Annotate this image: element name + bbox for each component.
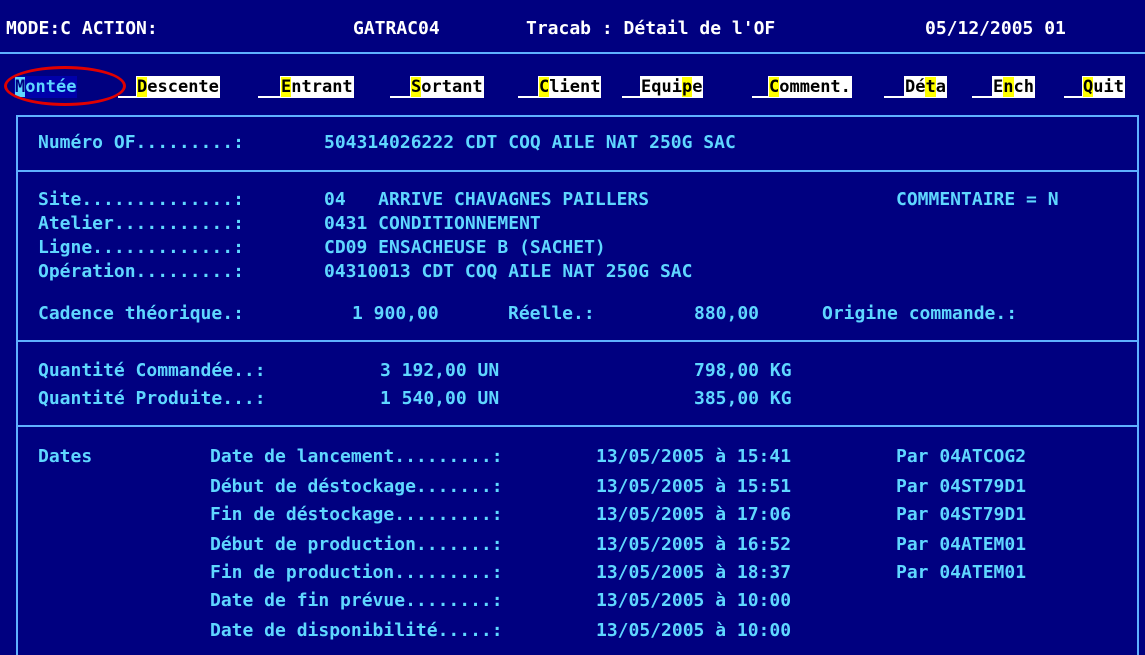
menu-hotkey: p <box>681 77 693 97</box>
date-row-user: Par 04ATCOG2 <box>896 446 1027 467</box>
menu-label: omment. <box>779 77 851 97</box>
menu-label: escente <box>147 77 219 97</box>
cadence-label: Cadence théorique.: <box>38 303 244 324</box>
ligne-value: CD09 ENSACHEUSE B (SACHET) <box>324 237 606 258</box>
section-divider <box>16 340 1139 342</box>
menu-sortant[interactable]: Sortant <box>410 76 484 98</box>
of-number-label: Numéro OF.........: <box>38 132 244 153</box>
date-row-value: 13/05/2005 à 15:51 <box>596 476 792 497</box>
date-row-value: 13/05/2005 à 10:00 <box>596 590 792 611</box>
screen-title: Tracab : Détail de l'OF <box>526 18 776 39</box>
menu-label-prefix: Equi <box>641 77 682 97</box>
header-date: 05/12/2005 01 <box>925 18 1066 39</box>
date-row-value: 13/05/2005 à 18:37 <box>596 562 792 583</box>
function-menu-bar: Montée Descente Entrant Sortant Client E… <box>0 72 1145 102</box>
menu-hotkey: C <box>539 77 550 97</box>
menu-underline <box>884 96 904 98</box>
menu-label: ortant <box>421 77 483 97</box>
program-name: GATRAC04 <box>353 18 440 39</box>
menu-underline <box>622 96 640 98</box>
qte-commandee-label: Quantité Commandée..: <box>38 360 266 381</box>
annotation-circle <box>4 66 126 106</box>
dates-label: Dates <box>38 446 93 467</box>
section-divider <box>16 170 1139 172</box>
date-row-label: Date de lancement.........: <box>210 446 503 467</box>
menu-label: a <box>935 77 946 97</box>
menu-equipe[interactable]: Equipe <box>640 76 704 98</box>
menu-underline <box>518 96 538 98</box>
menu-hotkey: Q <box>1083 77 1094 97</box>
ligne-label: Ligne.............: <box>38 237 244 258</box>
menu-underline <box>118 96 136 98</box>
date-row-user: Par 04ST79D1 <box>896 504 1027 525</box>
menu-client[interactable]: Client <box>538 76 602 98</box>
menu-hotkey: C <box>769 77 780 97</box>
cadence-reelle-label: Réelle.: <box>508 303 595 324</box>
menu-underline <box>752 96 768 98</box>
cadence-theorique-value: 1 900,00 <box>352 303 439 324</box>
menu-hotkey: t <box>925 77 936 97</box>
menu-entrant[interactable]: Entrant <box>280 76 354 98</box>
commentaire-flag: COMMENTAIRE = N <box>896 189 1059 210</box>
menu-detail[interactable]: Déta <box>904 76 947 98</box>
terminal-screen: MODE:C ACTION: GATRAC04 Tracab : Détail … <box>0 0 1145 655</box>
menu-label: lient <box>549 77 601 97</box>
menu-comment[interactable]: Comment. <box>768 76 852 98</box>
operation-value: 04310013 CDT COQ AILE NAT 250G SAC <box>324 261 693 282</box>
header-divider <box>0 52 1145 54</box>
date-row-label: Date de disponibilité.....: <box>210 620 503 641</box>
menu-hotkey: E <box>281 77 292 97</box>
date-row-label: Début de déstockage.......: <box>210 476 503 497</box>
menu-hotkey: n <box>1003 77 1014 97</box>
menu-label-prefix: E <box>993 77 1004 97</box>
menu-hotkey: S <box>411 77 422 97</box>
menu-label: e <box>692 77 703 97</box>
menu-underline <box>390 96 410 98</box>
qte-produite-un: 1 540,00 UN <box>380 388 500 409</box>
menu-hotkey: D <box>137 77 148 97</box>
menu-label-prefix: Dé <box>905 77 926 97</box>
site-label: Site..............: <box>38 189 244 210</box>
menu-underline <box>1064 96 1082 98</box>
date-row-value: 13/05/2005 à 16:52 <box>596 534 792 555</box>
menu-quit[interactable]: Quit <box>1082 76 1125 98</box>
date-row-label: Fin de déstockage.........: <box>210 504 503 525</box>
menu-enchainement[interactable]: Ench <box>992 76 1035 98</box>
menu-descente[interactable]: Descente <box>136 76 220 98</box>
qte-commandee-un: 3 192,00 UN <box>380 360 500 381</box>
atelier-label: Atelier...........: <box>38 213 244 234</box>
date-row-user: Par 04ATEM01 <box>896 534 1027 555</box>
qte-produite-label: Quantité Produite...: <box>38 388 266 409</box>
menu-underline <box>972 96 992 98</box>
menu-label: ntrant <box>291 77 353 97</box>
date-row-value: 13/05/2005 à 10:00 <box>596 620 792 641</box>
section-divider <box>16 425 1139 427</box>
operation-label: Opération.........: <box>38 261 244 282</box>
date-row-label: Fin de production.........: <box>210 562 503 583</box>
menu-label: ch <box>1013 77 1034 97</box>
date-row-value: 13/05/2005 à 17:06 <box>596 504 792 525</box>
qte-commandee-kg: 798,00 KG <box>694 360 792 381</box>
mode-label: MODE:C ACTION: <box>6 18 158 39</box>
date-row-user: Par 04ST79D1 <box>896 476 1027 497</box>
atelier-value: 0431 CONDITIONNEMENT <box>324 213 541 234</box>
date-row-value: 13/05/2005 à 15:41 <box>596 446 792 467</box>
site-value: 04 ARRIVE CHAVAGNES PAILLERS <box>324 189 650 210</box>
menu-underline <box>258 96 280 98</box>
date-row-label: Début de production.......: <box>210 534 503 555</box>
origine-commande-label: Origine commande.: <box>822 303 1018 324</box>
qte-produite-kg: 385,00 KG <box>694 388 792 409</box>
cadence-reelle-value: 880,00 <box>694 303 760 324</box>
menu-label: uit <box>1093 77 1124 97</box>
of-number-value: 504314026222 CDT COQ AILE NAT 250G SAC <box>324 132 736 153</box>
date-row-user: Par 04ATEM01 <box>896 562 1027 583</box>
date-row-label: Date de fin prévue........: <box>210 590 503 611</box>
